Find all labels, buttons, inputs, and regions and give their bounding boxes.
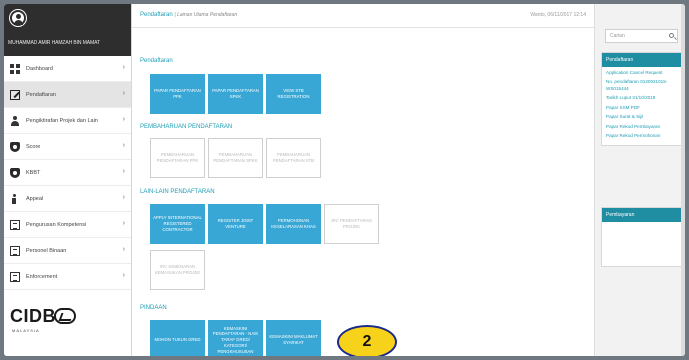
tile-papar-ppk[interactable]: PAPAR PENDAFTARAN PPK [150,74,205,114]
tile-view-stb[interactable]: VIEW STB REGISTRATION [266,74,321,114]
grid-icon [10,63,20,74]
chevron-right-icon: › [122,142,125,149]
app-window: MUHAMMAD AMIR HAMZAH BIN MAMAT Dashboard… [4,4,685,356]
link-rekod-permohonan[interactable]: Papar Rekod Permohonan [606,133,678,139]
link-application-cancel[interactable]: Application Cancel Request [606,70,678,76]
chevron-right-icon: › [122,272,125,279]
link-papar-surat[interactable]: Papar Surat & Sijil [606,114,678,120]
section-title-lain-lain: LAIN-LAIN PENDAFTARAN [140,189,215,195]
sidebar-item-label: Appeal [26,195,44,202]
panel-header: Pembayaran [602,208,682,222]
tile-keselarasan-khas[interactable]: PERMOHONAN KESELARASAN KHAS [266,204,321,244]
tile-kemaskini-syarikat[interactable]: KEMASKINI MAKLUMAT SYARIKAT [266,320,321,356]
chevron-right-icon: › [122,220,125,227]
breadcrumb-title: Pendaftaran [140,12,173,18]
profile-header: MUHAMMAD AMIR HAMZAH BIN MAMAT [4,4,131,56]
sidebar-item-label: Pengurusan Kompetensi [26,221,87,228]
user-icon [10,115,20,126]
sidebar-item-label: Personel Binaan [26,247,67,254]
shield-icon [10,167,20,178]
main-content: Pendaftaran | Laman Utama Pendaftaran Wa… [132,4,594,356]
chevron-right-icon: › [122,246,125,253]
panel-pendaftaran: Pendaftaran Application Cancel Request N… [601,52,683,147]
sidebar-item-kbbt[interactable]: KBBT › [4,160,131,186]
tile-naik-taraf[interactable]: KEMASKINI PENDAFTARAN - NAIK TARAF GRED/… [208,320,263,356]
logo-mark-icon [54,308,76,324]
sidebar-item-label: Dashboard [26,65,53,72]
link-rekod-pembayaran[interactable]: Papar Rekod Pembayaran [606,124,678,130]
tile-pembaharuan-ppk: PEMBAHARUAN PENDAFTARAN PPK [150,138,205,178]
sidebar-item-label: Enforcement [26,273,58,280]
chevron-right-icon: › [122,90,125,97]
tile-apply-international[interactable]: APPLY INTERNATIONAL REGISTERED CONTRACTO… [150,204,205,244]
tile-pembaharuan-spkk: PEMBAHARUAN PENDAFTARAN SPKK [208,138,263,178]
sidebar-item-kompetensi[interactable]: Pengurusan Kompetensi › [4,212,131,238]
sidebar-item-score[interactable]: Score › [4,134,131,160]
section-title-pindaan: PINDAAN [140,305,167,311]
section-title-pendaftaran: Pendaftaran [140,58,173,64]
tile-irc-pendaftaran: IRC PENDAFTARAN PROJEK [324,204,379,244]
link-papar-ssm[interactable]: Papar SSM PDF [606,105,678,111]
search-icon[interactable] [669,33,674,38]
chevron-right-icon: › [122,116,125,123]
shield-icon [10,141,20,152]
sidebar-item-label: Pengiktirafan Projek dan Lain [26,117,98,124]
breadcrumb: Pendaftaran | Laman Utama Pendaftaran [140,12,237,18]
topbar: Pendaftaran | Laman Utama Pendaftaran Wa… [132,4,594,28]
panel-header: Pendaftaran [602,53,682,67]
cidb-logo: CIDB MALAYSIA [10,306,80,336]
sidebar-item-enforcement[interactable]: Enforcement › [4,264,131,290]
sidebar: MUHAMMAD AMIR HAMZAH BIN MAMAT Dashboard… [4,4,132,356]
tile-pembaharuan-stb: PEMBAHARUAN PENDAFTARAN STB [266,138,321,178]
section-title-pembaharuan: PEMBAHARUAN PENDAFTARAN [140,124,233,130]
document-icon [10,219,20,230]
logo-text: CIDB [10,306,56,326]
user-name: MUHAMMAD AMIR HAMZAH BIN MAMAT [8,40,100,46]
sidebar-item-label: Pendaftaran [26,91,56,98]
chevron-right-icon: › [122,194,125,201]
registration-number: No. pendaftaran 0120021015-WS015444 [606,79,668,91]
right-panel: Carian Pendaftaran Application Cancel Re… [594,4,685,356]
sidebar-item-appeal[interactable]: Appeal › [4,186,131,212]
sidebar-item-label: KBBT [26,169,41,176]
logo-subtext: MALAYSIA [12,328,40,333]
tile-mohon-tukun-gred[interactable]: MOHON TUKUN GRED [150,320,205,356]
sidebar-item-pengiktirafan[interactable]: Pengiktirafan Projek dan Lain › [4,108,131,134]
document-icon [10,245,20,256]
annotation-callout: 2 [337,325,397,356]
tile-papar-spkk[interactable]: PAPAR PENDAFTARAN SPKK [208,74,263,114]
sidebar-item-dashboard[interactable]: Dashboard › [4,56,131,82]
search-input[interactable]: Carian [605,29,678,43]
panel-body: Application Cancel Request No. pendaftar… [602,67,682,145]
chevron-right-icon: › [122,64,125,71]
tile-irc-kebenaran: IRC KEBENARAN KEMASUKAN PROJEK [150,250,205,290]
tile-register-jv[interactable]: REGISTER JOINT VENTURE [208,204,263,244]
sidebar-item-label: Score [26,143,41,150]
person-icon [10,193,20,204]
avatar-icon[interactable] [10,10,26,26]
search-placeholder: Carian [610,33,625,39]
panel-pembayaran: Pembayaran [601,207,683,267]
expiry-date: Tarikh Luput 31/10/2018 [606,95,656,101]
sidebar-item-pendaftaran[interactable]: Pendaftaran › [4,82,131,108]
sidebar-menu: Dashboard › Pendaftaran › Pengiktirafan … [4,56,131,290]
pencil-icon [10,89,20,100]
sidebar-item-personel[interactable]: Personel Binaan › [4,238,131,264]
datetime: Wanto, 06/11/2017 12:14 [530,12,586,18]
document-icon [10,271,20,282]
breadcrumb-sub: | Laman Utama Pendaftaran [174,12,238,18]
chevron-right-icon: › [122,168,125,175]
scrollbar[interactable] [681,4,685,356]
